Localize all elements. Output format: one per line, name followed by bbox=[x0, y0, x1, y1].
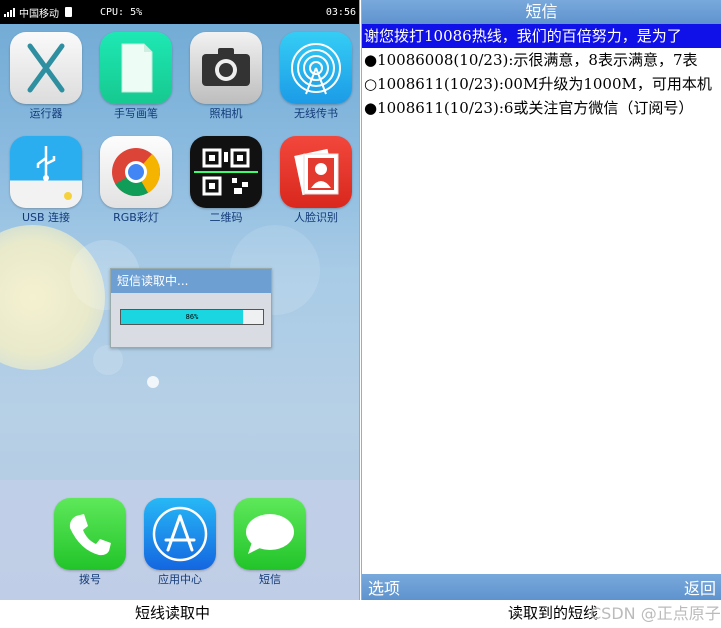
app-rgb-light[interactable]: RGB彩灯 bbox=[96, 136, 176, 224]
watermark: CSDN @正点原子 bbox=[590, 604, 721, 623]
app-label: 二维码 bbox=[209, 211, 243, 224]
app-label: 应用中心 bbox=[158, 573, 202, 586]
carrier-name: 中国移动 bbox=[19, 8, 59, 20]
document-page-icon bbox=[100, 32, 172, 104]
app-label: 短信 bbox=[259, 573, 281, 586]
dialog-title: 短信读取中... bbox=[111, 269, 271, 293]
camera-icon bbox=[190, 32, 262, 104]
right-caption: 读取到的短线 bbox=[508, 604, 599, 622]
softkey-bar: 选项 返回 bbox=[362, 574, 721, 600]
app-label: 手写画笔 bbox=[114, 107, 158, 120]
sms-list-item[interactable]: ○1008611(10/23):00M升级为1000M，可用本机 bbox=[362, 72, 721, 96]
app-label: 无线传书 bbox=[294, 107, 338, 120]
back-softkey[interactable]: 返回 bbox=[684, 575, 716, 599]
app-camera[interactable]: 照相机 bbox=[186, 32, 266, 120]
message-bubble-icon bbox=[234, 498, 306, 570]
progress-percent: 86% bbox=[185, 313, 199, 321]
x-launcher-icon bbox=[10, 32, 82, 104]
cpu-usage: CPU: 5% bbox=[100, 6, 143, 18]
dock-messages[interactable]: 短信 bbox=[230, 498, 310, 586]
sms-list-item[interactable]: ●1008611(10/23):6或关注官方微信（订阅号） bbox=[362, 96, 721, 120]
dock-dialer[interactable]: 拨号 bbox=[50, 498, 130, 586]
app-label: RGB彩灯 bbox=[113, 211, 159, 224]
app-label: 人脸识别 bbox=[294, 211, 338, 224]
app-label: 照相机 bbox=[209, 107, 243, 120]
usb-icon bbox=[10, 136, 82, 208]
sms-list-item[interactable]: 谢您拨打10086热线，我们的百倍努力，是为了 bbox=[362, 24, 721, 48]
app-launcher[interactable]: 运行器 bbox=[6, 32, 86, 120]
app-store-icon bbox=[144, 498, 216, 570]
dock-app-center[interactable]: 应用中心 bbox=[140, 498, 220, 586]
wallpaper-bokeh bbox=[93, 345, 123, 375]
left-caption: 短线读取中 bbox=[135, 604, 211, 622]
app-qr-code[interactable]: 二维码 bbox=[186, 136, 266, 224]
status-bar: 中国移动 CPU: 5% 03:56 bbox=[0, 0, 359, 24]
face-id-icon bbox=[280, 136, 352, 208]
sms-reading-dialog: 短信读取中... 86% bbox=[110, 268, 272, 348]
qr-code-icon bbox=[190, 136, 262, 208]
wallpaper-bokeh bbox=[147, 376, 159, 388]
app-label: 运行器 bbox=[29, 107, 63, 120]
chrome-rgb-icon bbox=[100, 136, 172, 208]
app-usb[interactable]: USB 连接 bbox=[6, 136, 86, 224]
right-phone-screen: 短信 谢您拨打10086热线，我们的百倍努力，是为了 ●10086008(10/… bbox=[361, 0, 721, 600]
sms-header-title: 短信 bbox=[362, 0, 721, 24]
signal-strength-icon bbox=[4, 7, 15, 17]
app-label: 拨号 bbox=[79, 573, 101, 586]
options-softkey[interactable]: 选项 bbox=[368, 575, 400, 599]
app-handwriting[interactable]: 手写画笔 bbox=[96, 32, 176, 120]
progress-bar: 86% bbox=[120, 309, 264, 325]
wireless-icon bbox=[280, 32, 352, 104]
status-clock: 03:56 bbox=[325, 6, 356, 18]
app-face-recognition[interactable]: 人脸识别 bbox=[276, 136, 356, 224]
battery-icon bbox=[65, 7, 72, 17]
phone-icon bbox=[54, 498, 126, 570]
left-phone-screen: 中国移动 CPU: 5% 03:56 运行器 手写画笔 照相机 无线传书 USB… bbox=[0, 0, 360, 600]
sms-list-item[interactable]: ●10086008(10/23):示很满意，8表示满意，7表 bbox=[362, 48, 721, 72]
app-wireless-transfer[interactable]: 无线传书 bbox=[276, 32, 356, 120]
app-label: USB 连接 bbox=[21, 211, 71, 224]
